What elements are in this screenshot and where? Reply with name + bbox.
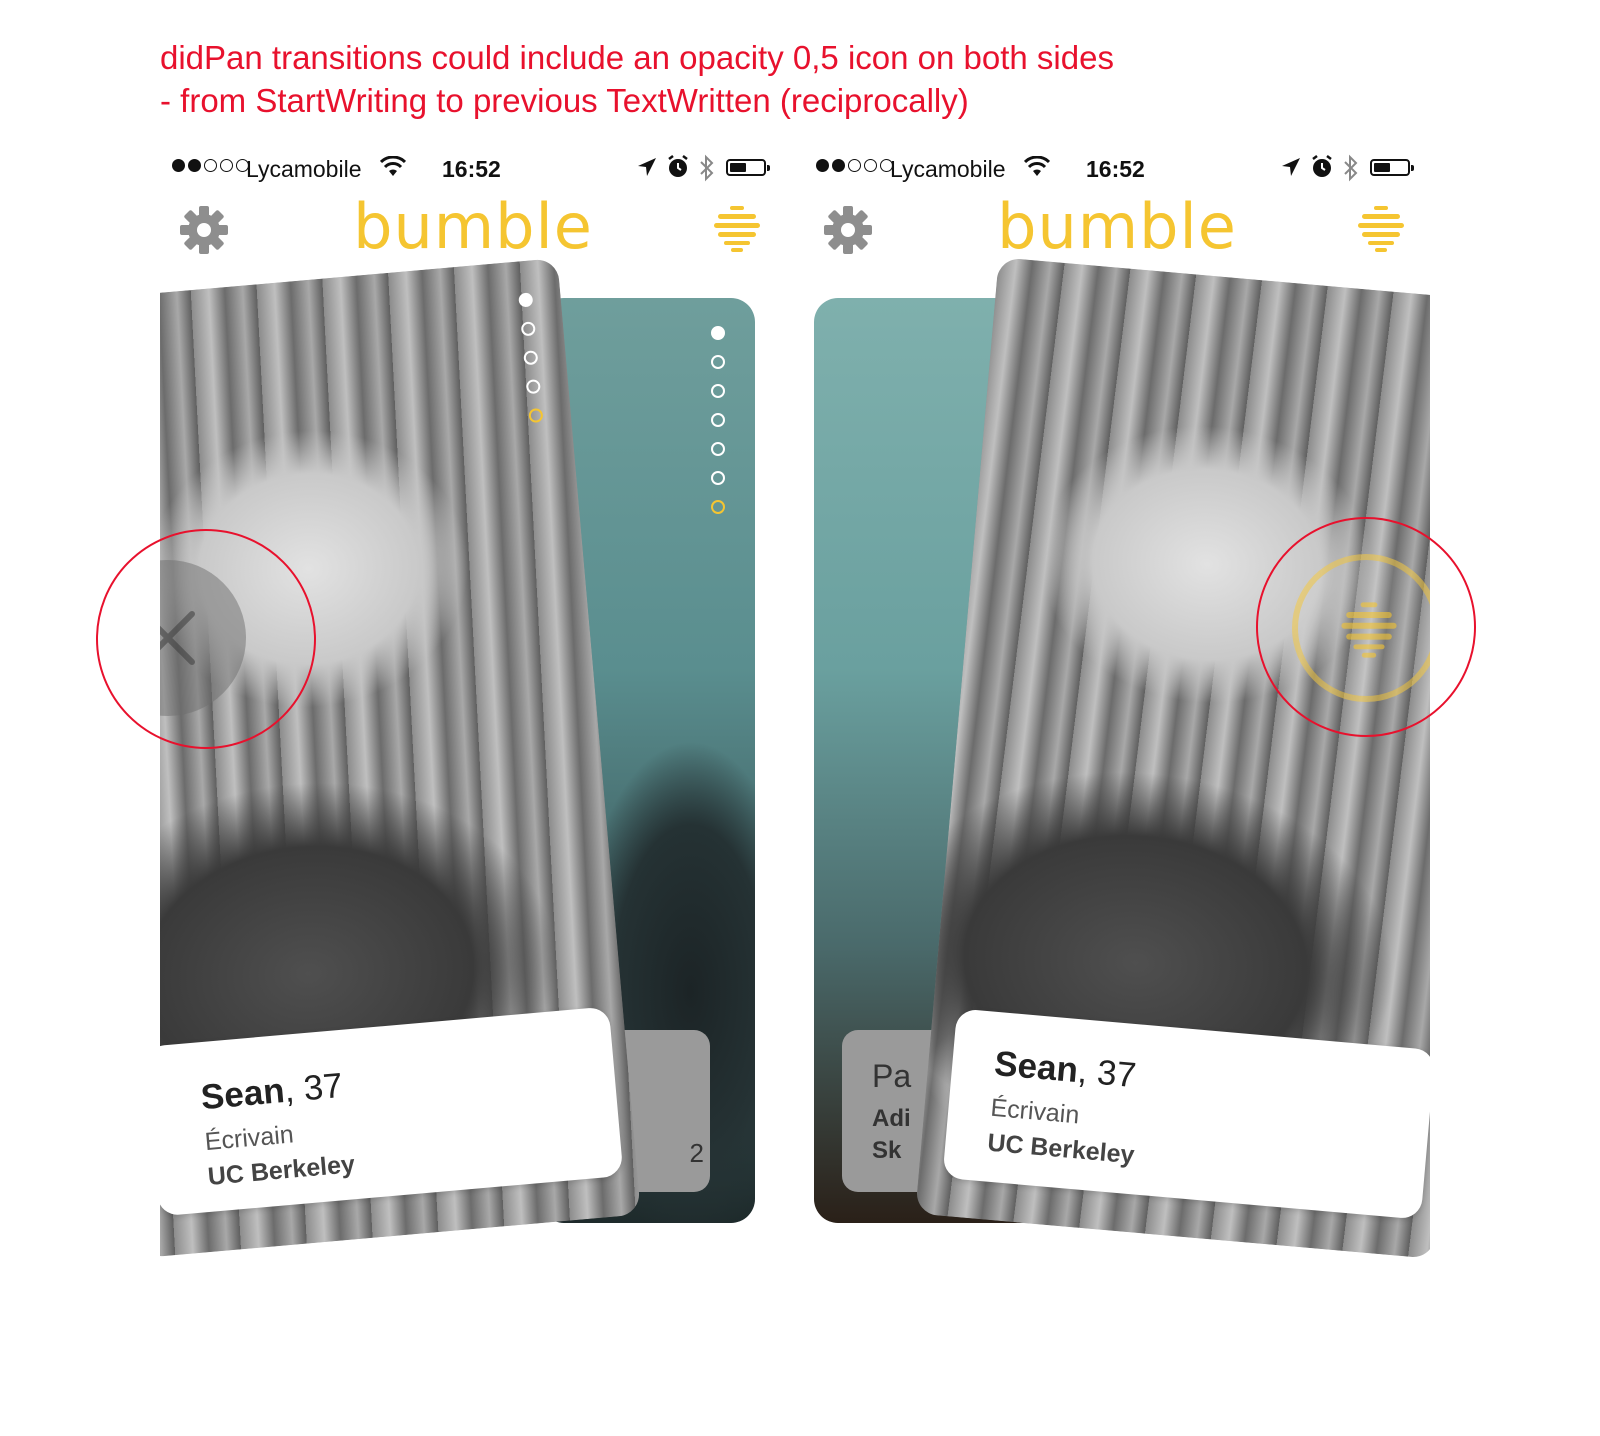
profile-name-line: Sean, 37 [993, 1044, 1143, 1097]
profile-info-box: Sean, 37 Écrivain UC Berkeley [942, 1008, 1430, 1220]
page-dot [711, 355, 725, 369]
page-dot [523, 350, 539, 366]
profile-job: Écrivain [989, 1093, 1081, 1130]
back-card-name-fragment: Pa [872, 1058, 912, 1094]
page-dot [711, 326, 725, 340]
bluetooth-icon [1342, 154, 1360, 188]
front-profile-card[interactable]: Sean, 37 Écrivain UC Berkeley [160, 258, 641, 1258]
page-dot [528, 407, 544, 424]
profile-name: Sean [992, 1043, 1080, 1091]
profile-info-box: Sean, 37 Écrivain UC Berkeley [160, 1006, 624, 1217]
profile-name: Sean [199, 1071, 287, 1118]
alarm-icon [666, 154, 690, 186]
battery-icon [726, 159, 770, 176]
signal-strength-icon [816, 159, 893, 172]
profile-school: UC Berkeley [986, 1128, 1136, 1170]
clock: 16:52 [1086, 156, 1145, 182]
back-card-age-fragment: 2 [689, 1138, 704, 1168]
photo-page-indicator [711, 326, 725, 514]
back-card-line3-fragment: Sk [872, 1137, 902, 1164]
alarm-icon [1310, 154, 1334, 186]
profile-school: UC Berkeley [206, 1150, 356, 1191]
clock: 16:52 [442, 156, 501, 182]
app-header: bumble [160, 190, 786, 264]
page-dot [518, 292, 534, 308]
photo-page-indicator [518, 292, 544, 424]
profile-age: , 37 [1076, 1051, 1138, 1096]
page-dot [711, 471, 725, 485]
page-dot [711, 442, 725, 456]
annotation-line-1: didPan transitions could include an opac… [160, 39, 1114, 76]
page-dot [711, 500, 725, 514]
highlight-ring-right [1256, 517, 1476, 737]
carrier-name: Lycamobile [246, 156, 362, 182]
profile-name-line: Sean, 37 [199, 1066, 349, 1119]
battery-icon [1370, 159, 1414, 176]
annotation-note: didPan transitions could include an opac… [160, 36, 1114, 122]
front-profile-card[interactable]: Sean, 37 Écrivain UC Berkeley [915, 257, 1430, 1259]
wifi-icon [379, 155, 407, 184]
hive-icon[interactable] [1356, 204, 1406, 254]
page-dot [525, 379, 541, 395]
app-header: bumble [804, 190, 1430, 264]
status-bar: Lycamobile 16:52 [804, 148, 1430, 194]
back-card-line2-fragment: Adi [872, 1105, 911, 1132]
page-dot [711, 384, 725, 398]
location-arrow-icon [636, 156, 658, 184]
status-bar: Lycamobile 16:52 [160, 148, 786, 194]
bumble-logo: bumble [997, 190, 1237, 263]
annotation-line-2: - from StartWriting to previous TextWrit… [160, 82, 969, 119]
signal-strength-icon [172, 159, 249, 172]
hive-icon[interactable] [712, 204, 762, 254]
highlight-ring-left [96, 529, 316, 749]
profile-age: , 37 [282, 1065, 345, 1110]
wifi-icon [1023, 155, 1051, 184]
bluetooth-icon [698, 154, 716, 188]
page-dot [711, 413, 725, 427]
page-dot [520, 321, 536, 337]
carrier-name: Lycamobile [890, 156, 1006, 182]
bumble-logo: bumble [353, 190, 593, 263]
location-arrow-icon [1280, 156, 1302, 184]
profile-job: Écrivain [203, 1120, 295, 1157]
